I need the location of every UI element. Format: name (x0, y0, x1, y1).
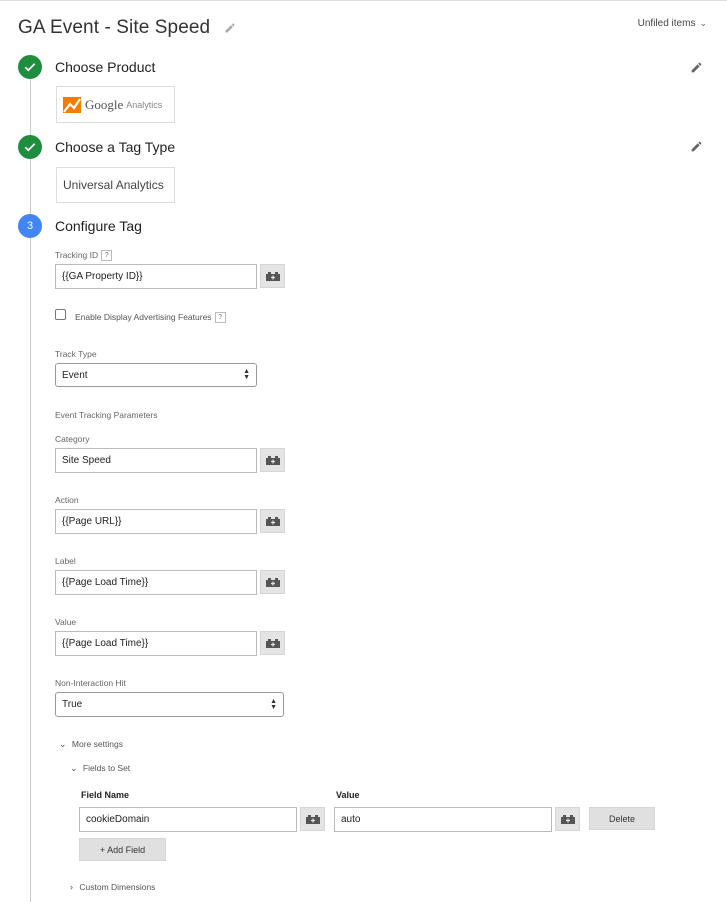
step-3-title: Configure Tag (55, 218, 142, 234)
track-type-select[interactable]: Event ▲ ▼ (55, 363, 257, 387)
edit-tag-type-icon[interactable] (690, 140, 703, 153)
field-name-header: Field Name (81, 790, 130, 800)
action-label: Action (55, 495, 79, 505)
variable-brick-icon (305, 815, 320, 824)
tag-type-card[interactable]: Universal Analytics (56, 167, 175, 203)
help-icon[interactable]: ? (101, 250, 113, 261)
event-tracking-heading: Event Tracking Parameters (55, 410, 158, 420)
folder-dropdown[interactable]: Unfiled items ⌄ (638, 18, 707, 29)
step-1-title: Choose Product (55, 59, 156, 75)
value-field-label: Value (55, 617, 77, 627)
page-title: GA Event - Site Speed (18, 17, 236, 39)
variable-picker-button[interactable] (260, 631, 285, 655)
non-interaction-select[interactable]: True ▲ ▼ (55, 692, 284, 717)
step-connector (30, 79, 31, 902)
track-type-label: Track Type (55, 349, 97, 359)
variable-picker-button[interactable] (555, 807, 580, 831)
variable-brick-icon (265, 639, 280, 648)
field-name-input[interactable]: cookieDomain (79, 807, 297, 832)
tracking-id-label: Tracking ID? (55, 250, 113, 261)
fields-to-set-toggle[interactable]: ⌄ Fields to Set (70, 763, 130, 774)
add-field-button[interactable]: + Add Field (79, 838, 166, 861)
chevron-down-icon: ⌄ (59, 739, 67, 749)
non-interaction-label: Non-Interaction Hit (55, 678, 126, 688)
delete-field-button[interactable]: Delete (589, 807, 655, 830)
step-1-complete-badge (18, 55, 42, 79)
value-input[interactable]: {{Page Load Time}} (55, 631, 257, 656)
category-input[interactable]: Site Speed (55, 448, 257, 473)
action-input[interactable]: {{Page URL}} (55, 509, 257, 534)
variable-picker-button[interactable] (300, 807, 325, 831)
variable-brick-icon (265, 456, 280, 465)
variable-brick-icon (265, 578, 280, 587)
variable-picker-button[interactable] (260, 570, 285, 594)
display-advertising-label: Enable Display Advertising Features? (75, 312, 226, 323)
edit-title-icon[interactable] (224, 22, 236, 34)
step-3-active-badge: 3 (18, 214, 42, 238)
chevron-down-icon: ⌄ (70, 763, 78, 773)
help-icon[interactable]: ? (214, 312, 226, 323)
edit-product-icon[interactable] (690, 61, 703, 74)
custom-dimensions-toggle[interactable]: › Custom Dimensions (70, 882, 155, 892)
variable-picker-button[interactable] (260, 509, 285, 533)
google-analytics-logo-icon (63, 96, 81, 113)
product-name: Google (85, 96, 124, 112)
variable-brick-icon (560, 815, 575, 824)
variable-picker-button[interactable] (260, 264, 285, 288)
more-settings-toggle[interactable]: ⌄ More settings (59, 739, 123, 750)
checkmark-icon (24, 63, 36, 72)
display-advertising-checkbox[interactable] (55, 309, 66, 320)
select-arrows-icon: ▲ ▼ (243, 368, 250, 381)
label-input[interactable]: {{Page Load Time}} (55, 570, 257, 595)
value-header: Value (336, 790, 360, 800)
field-value-input[interactable]: auto (334, 807, 552, 832)
chevron-down-icon: ⌄ (699, 18, 707, 28)
product-sub: Analytics (126, 99, 163, 110)
tracking-id-input[interactable]: {{GA Property ID}} (55, 264, 257, 289)
category-label: Category (55, 434, 90, 444)
step-2-title: Choose a Tag Type (55, 139, 176, 155)
select-arrows-icon: ▲ ▼ (270, 697, 277, 711)
variable-brick-icon (265, 272, 280, 281)
step-2-complete-badge (18, 135, 42, 159)
checkmark-icon (24, 143, 36, 152)
variable-brick-icon (265, 517, 280, 526)
variable-picker-button[interactable] (260, 448, 285, 472)
product-card-google-analytics[interactable]: Google Analytics (56, 86, 175, 123)
chevron-right-icon: › (70, 882, 73, 892)
label-field-label: Label (55, 556, 76, 566)
